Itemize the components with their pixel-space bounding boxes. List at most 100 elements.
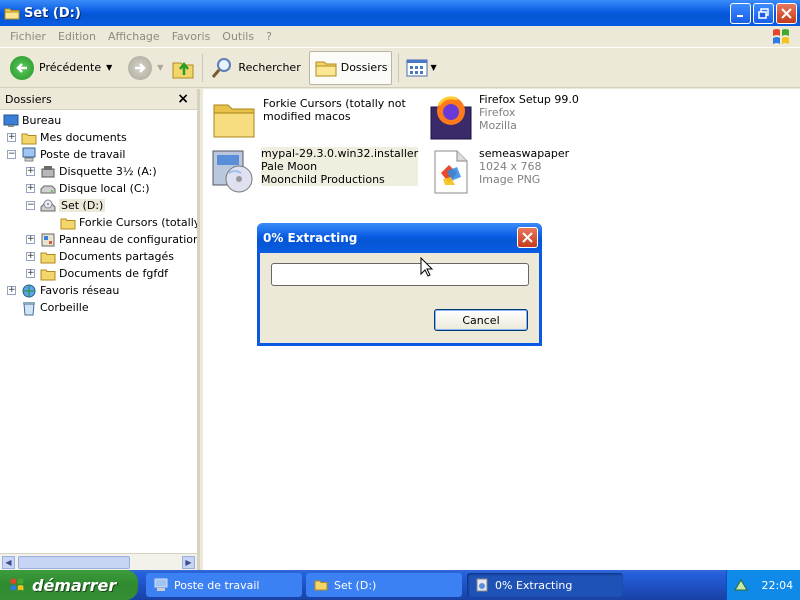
cancel-button[interactable]: Cancel bbox=[434, 309, 528, 331]
maximize-button[interactable] bbox=[753, 3, 774, 24]
file-item-semeaswapaper[interactable]: semeaswapaper 1024 x 768 Image PNG bbox=[427, 147, 569, 195]
folder-icon bbox=[211, 97, 259, 145]
menu-fichier[interactable]: Fichier bbox=[4, 30, 52, 43]
tree-item-disque-local[interactable]: + Disque local (C:) bbox=[26, 180, 150, 197]
expand-icon[interactable]: + bbox=[26, 184, 35, 193]
toolbar: Précédente ▼ ▼ Rechercher Dossiers ▼ bbox=[0, 48, 800, 88]
tree-item-documents-partages[interactable]: + Documents partagés bbox=[26, 248, 174, 265]
views-dropdown-icon[interactable]: ▼ bbox=[430, 63, 436, 72]
desktop-icon bbox=[3, 113, 19, 129]
file-description: Firefox bbox=[479, 106, 516, 119]
expand-icon[interactable]: + bbox=[26, 235, 35, 244]
network-icon bbox=[21, 283, 37, 299]
start-label: démarrer bbox=[32, 575, 117, 595]
tree-label: Documents partagés bbox=[59, 250, 174, 263]
file-company: Moonchild Productions bbox=[261, 173, 385, 186]
tree-item-mes-documents[interactable]: + Mes documents bbox=[7, 129, 127, 146]
toolbar-separator bbox=[398, 53, 400, 82]
expand-icon[interactable]: + bbox=[7, 286, 16, 295]
tree-label: Set (D:) bbox=[59, 199, 106, 212]
dialog-title: 0% Extracting bbox=[263, 231, 358, 245]
close-button[interactable] bbox=[776, 3, 797, 24]
drive-icon bbox=[40, 181, 56, 197]
close-pane-icon[interactable]: × bbox=[177, 91, 189, 107]
extract-icon bbox=[475, 578, 489, 592]
folder-icon bbox=[4, 6, 20, 20]
folders-pane-header: Dossiers × bbox=[0, 89, 197, 110]
menu-help[interactable]: ? bbox=[260, 30, 278, 43]
expand-icon[interactable]: + bbox=[26, 167, 35, 176]
file-type: Image PNG bbox=[479, 173, 541, 186]
folders-pane: Dossiers × Bureau + Mes documents − Post… bbox=[0, 89, 200, 570]
up-folder-button[interactable] bbox=[167, 51, 199, 85]
expand-icon[interactable]: + bbox=[7, 133, 16, 142]
start-button[interactable]: démarrer bbox=[0, 570, 138, 600]
tree-item-documents-de-fgfdf[interactable]: + Documents de fgfdf bbox=[26, 265, 168, 282]
views-icon bbox=[406, 59, 428, 77]
views-button[interactable]: ▼ bbox=[402, 51, 440, 85]
mouse-pointer-icon bbox=[420, 257, 434, 277]
forward-dropdown-icon[interactable]: ▼ bbox=[157, 63, 163, 72]
forward-button[interactable]: ▼ bbox=[124, 51, 167, 85]
tree-item-set-d[interactable]: − Set (D:) bbox=[26, 197, 106, 214]
folder-icon bbox=[60, 215, 76, 231]
expand-icon[interactable]: + bbox=[26, 269, 35, 278]
windows-logo-icon bbox=[8, 577, 26, 593]
file-item-mypal-installer[interactable]: mypal-29.3.0.win32.installer Pale Moon M… bbox=[209, 147, 419, 195]
folder-icon bbox=[314, 578, 328, 592]
window-title: Set (D:) bbox=[24, 5, 81, 21]
file-name: mypal-29.3.0.win32.installer bbox=[261, 147, 419, 160]
png-image-icon bbox=[427, 147, 475, 195]
tree-label: Disquette 3½ (A:) bbox=[59, 165, 157, 178]
scroll-thumb[interactable] bbox=[18, 556, 130, 569]
minimize-button[interactable] bbox=[730, 3, 751, 24]
tree-item-panneau-de-configuration[interactable]: + Panneau de configuration bbox=[26, 231, 197, 248]
task-label: Set (D:) bbox=[334, 578, 377, 592]
tree-item-favoris-reseau[interactable]: + Favoris réseau bbox=[7, 282, 119, 299]
file-name: Forkie Cursors (totally not bbox=[263, 97, 406, 110]
tree-item-forkie-cursors[interactable]: Forkie Cursors (totally nc bbox=[60, 214, 197, 231]
menu-outils[interactable]: Outils bbox=[216, 30, 260, 43]
control-panel-icon bbox=[40, 232, 56, 248]
taskbar: démarrer Poste de travail Set (D:) 0% Ex… bbox=[0, 570, 800, 600]
windows-logo-icon bbox=[770, 27, 792, 47]
back-button[interactable]: Précédente ▼ bbox=[6, 51, 116, 85]
back-arrow-icon bbox=[10, 55, 34, 80]
window-titlebar[interactable]: Set (D:) bbox=[0, 0, 800, 26]
tree-item-disquette[interactable]: + Disquette 3½ (A:) bbox=[26, 163, 157, 180]
scroll-left-icon[interactable]: ◀ bbox=[2, 556, 15, 569]
tree-item-bureau[interactable]: Bureau bbox=[3, 112, 61, 129]
horizontal-scrollbar[interactable]: ◀ ▶ bbox=[0, 553, 197, 570]
menu-affichage[interactable]: Affichage bbox=[102, 30, 166, 43]
file-name: Firefox Setup 99.0 bbox=[479, 93, 579, 106]
folders-pane-title: Dossiers bbox=[5, 92, 52, 106]
tree-label: Corbeille bbox=[40, 301, 89, 314]
tree-item-corbeille[interactable]: Corbeille bbox=[21, 299, 89, 316]
search-button[interactable]: Rechercher bbox=[206, 51, 304, 85]
dialog-titlebar[interactable]: 0% Extracting bbox=[257, 223, 542, 253]
folders-button[interactable]: Dossiers bbox=[308, 50, 393, 85]
taskbar-item-extracting[interactable]: 0% Extracting bbox=[467, 573, 623, 597]
file-item-firefox-setup[interactable]: Firefox Setup 99.0 Firefox Mozilla bbox=[427, 93, 579, 141]
expand-icon[interactable]: + bbox=[26, 252, 35, 261]
menu-edition[interactable]: Edition bbox=[52, 30, 102, 43]
computer-icon bbox=[154, 578, 168, 592]
taskbar-item-set-d[interactable]: Set (D:) bbox=[306, 573, 462, 597]
search-label: Rechercher bbox=[238, 61, 301, 74]
toolbar-separator bbox=[202, 53, 204, 82]
floppy-icon bbox=[40, 164, 56, 180]
collapse-icon[interactable]: − bbox=[26, 201, 35, 210]
back-dropdown-icon[interactable]: ▼ bbox=[106, 63, 112, 72]
menu-favoris[interactable]: Favoris bbox=[166, 30, 217, 43]
dialog-close-button[interactable] bbox=[517, 227, 538, 248]
scroll-right-icon[interactable]: ▶ bbox=[182, 556, 195, 569]
collapse-icon[interactable]: − bbox=[7, 150, 16, 159]
file-item-forkie-cursors[interactable]: Forkie Cursors (totally not modified mac… bbox=[211, 97, 406, 145]
task-label: Poste de travail bbox=[174, 578, 260, 592]
network-status-icon[interactable] bbox=[733, 578, 748, 592]
taskbar-item-poste-de-travail[interactable]: Poste de travail bbox=[146, 573, 302, 597]
tree-item-poste-de-travail[interactable]: − Poste de travail bbox=[7, 146, 125, 163]
recycle-bin-icon bbox=[21, 300, 37, 316]
folder-tree: Bureau + Mes documents − Poste de travai… bbox=[0, 110, 197, 547]
tree-label: Panneau de configuration bbox=[59, 233, 197, 246]
